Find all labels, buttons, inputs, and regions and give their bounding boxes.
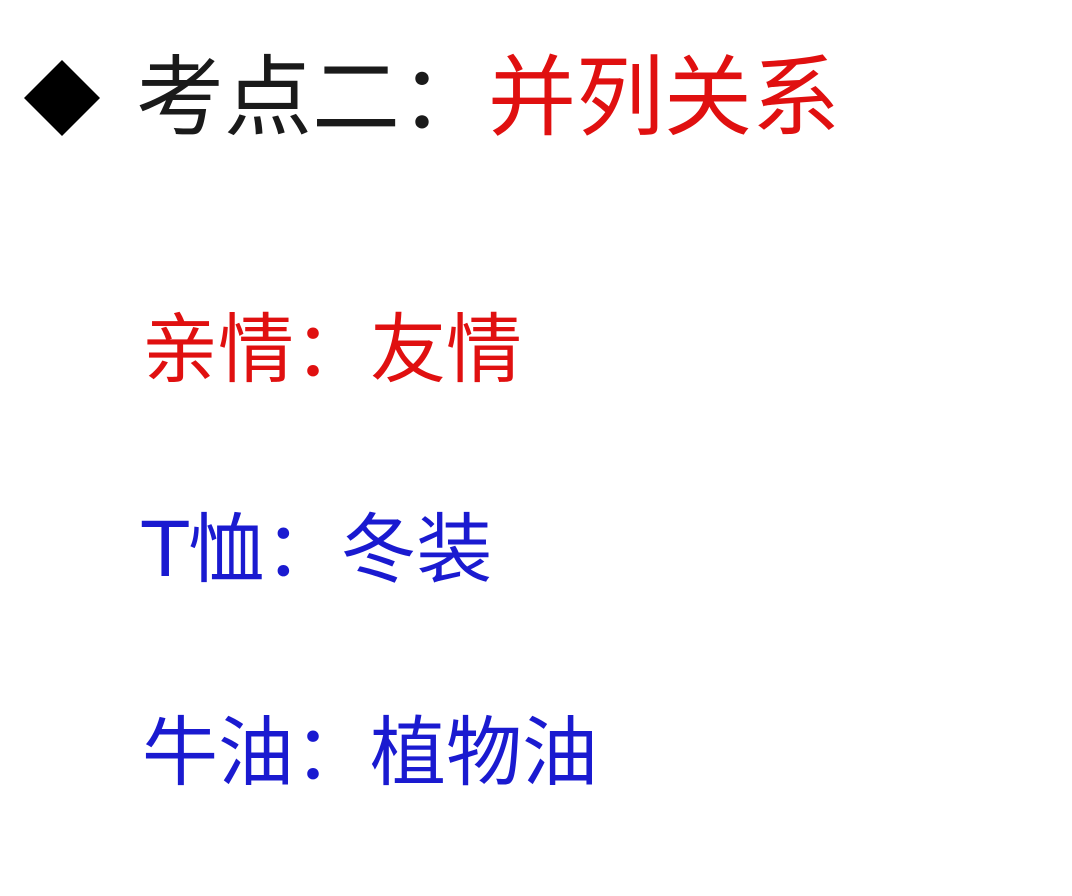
section-heading: 考点二： 并列关系 (22, 48, 840, 148)
black-diamond-icon (22, 58, 102, 138)
example-pair-2: T恤：冬装 (142, 505, 493, 594)
heading-prefix: 考点二： (136, 46, 489, 149)
heading-topic: 并列关系 (488, 46, 841, 149)
slide: 考点二： 并列关系 亲情：友情 T恤：冬装 牛油：植物油 (0, 0, 1072, 896)
example-pair-1: 亲情：友情 (142, 305, 522, 394)
example-pair-3: 牛油：植物油 (142, 708, 598, 797)
